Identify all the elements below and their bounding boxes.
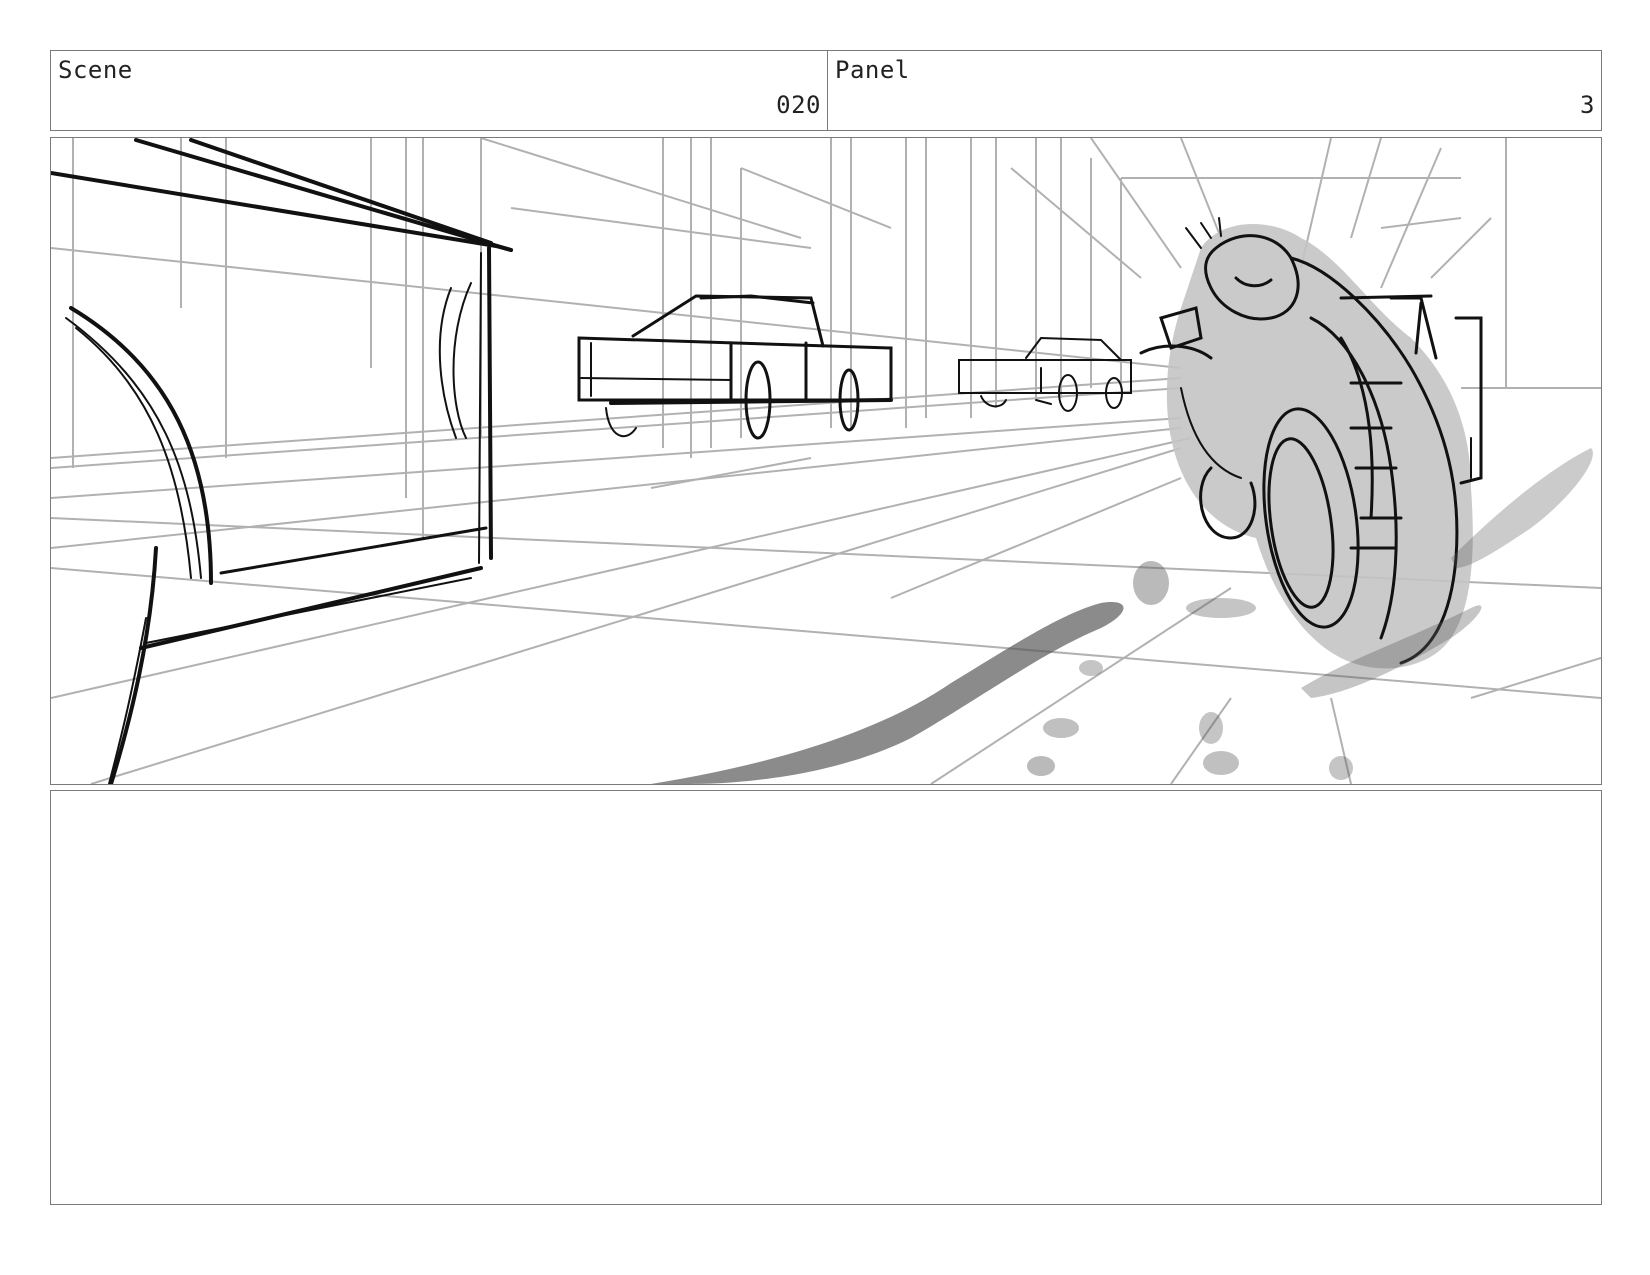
scene-cell: Scene 020: [51, 51, 828, 130]
scene-label: Scene: [58, 56, 133, 84]
scene-number: 020: [776, 91, 821, 119]
foreground-car-sketch: [51, 138, 513, 784]
panel-number: 3: [1580, 91, 1595, 119]
far-car-sketch: [958, 336, 1132, 412]
panel-cell: Panel 3: [828, 51, 1601, 130]
storyboard-frame: [50, 137, 1602, 785]
storyboard-sketch: [51, 138, 1601, 784]
panel-label: Panel: [835, 56, 910, 84]
notes-box[interactable]: [50, 790, 1602, 1205]
motorcycle-sketch: [1139, 217, 1483, 669]
panel-header: Scene 020 Panel 3: [50, 50, 1602, 131]
